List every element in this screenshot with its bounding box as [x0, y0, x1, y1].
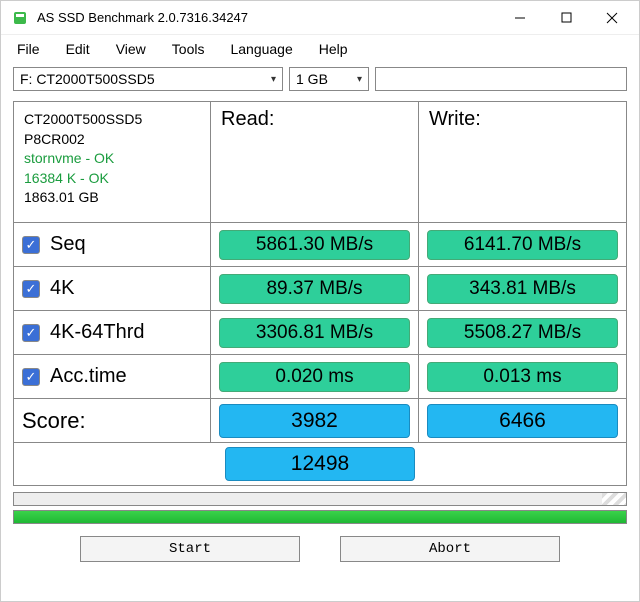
k4-read-cell: 89.37 MB/s [210, 266, 418, 310]
drive-select[interactable]: F: CT2000T500SSD5 ▾ [13, 67, 283, 91]
seq-write-cell: 6141.70 MB/s [418, 222, 626, 266]
close-button[interactable] [589, 3, 635, 33]
menu-view[interactable]: View [116, 41, 146, 57]
menu-help[interactable]: Help [319, 41, 348, 57]
extra-field[interactable] [375, 67, 627, 91]
score-label: Score: [22, 408, 86, 434]
row-4k-label: 4K [50, 277, 74, 300]
row-acc: ✓ Acc.time [14, 354, 210, 398]
k4-write-cell: 343.81 MB/s [418, 266, 626, 310]
k464-read: 3306.81 MB/s [219, 318, 410, 348]
abort-button[interactable]: Abort [340, 536, 560, 562]
header-read: Read: [210, 102, 418, 222]
row-4k64-label: 4K-64Thrd [50, 321, 145, 344]
info-align-status: 16384 K - OK [24, 169, 109, 189]
start-button[interactable]: Start [80, 536, 300, 562]
info-driver-status: stornvme - OK [24, 149, 114, 169]
row-total: 12498 [14, 442, 626, 485]
checkbox-4k[interactable]: ✓ [22, 280, 40, 298]
checkbox-seq[interactable]: ✓ [22, 236, 40, 254]
window-controls [497, 3, 635, 33]
acc-read: 0.020 ms [219, 362, 410, 392]
k464-write-cell: 5508.27 MB/s [418, 310, 626, 354]
drive-select-value: F: CT2000T500SSD5 [20, 71, 265, 87]
menu-language[interactable]: Language [230, 41, 292, 57]
titlebar: AS SSD Benchmark 2.0.7316.34247 [1, 1, 639, 35]
info-model: CT2000T500SSD5 [24, 110, 142, 130]
score-read: 3982 [219, 404, 410, 438]
acc-write-cell: 0.013 ms [418, 354, 626, 398]
checkbox-4k64[interactable]: ✓ [22, 324, 40, 342]
row-seq: ✓ Seq [14, 222, 210, 266]
row-4k: ✓ 4K [14, 266, 210, 310]
row-acc-label: Acc.time [50, 365, 127, 388]
acc-read-cell: 0.020 ms [210, 354, 418, 398]
seq-read-cell: 5861.30 MB/s [210, 222, 418, 266]
app-icon [11, 9, 29, 27]
seq-read: 5861.30 MB/s [219, 230, 410, 260]
k4-read: 89.37 MB/s [219, 274, 410, 304]
chevron-down-icon: ▾ [357, 74, 362, 85]
score-write: 6466 [427, 404, 618, 438]
chevron-down-icon: ▾ [271, 74, 276, 85]
size-select[interactable]: 1 GB ▾ [289, 67, 369, 91]
progress-bar-top [13, 492, 627, 506]
acc-write: 0.013 ms [427, 362, 618, 392]
toolbar: F: CT2000T500SSD5 ▾ 1 GB ▾ [1, 63, 639, 95]
k4-write: 343.81 MB/s [427, 274, 618, 304]
progress-area [13, 492, 627, 528]
header-write: Write: [418, 102, 626, 222]
checkbox-acc[interactable]: ✓ [22, 368, 40, 386]
menu-edit[interactable]: Edit [66, 41, 90, 57]
menu-tools[interactable]: Tools [172, 41, 205, 57]
results-grid: CT2000T500SSD5 P8CR002 stornvme - OK 163… [13, 101, 627, 486]
row-seq-label: Seq [50, 233, 86, 256]
score-total: 12498 [225, 447, 415, 481]
row-score: Score: [14, 398, 210, 442]
seq-write: 6141.70 MB/s [427, 230, 618, 260]
info-capacity: 1863.01 GB [24, 188, 99, 208]
maximize-button[interactable] [543, 3, 589, 33]
drive-info: CT2000T500SSD5 P8CR002 stornvme - OK 163… [14, 102, 210, 222]
button-row: Start Abort [13, 536, 627, 562]
info-firmware: P8CR002 [24, 130, 85, 150]
score-read-cell: 3982 [210, 398, 418, 442]
minimize-button[interactable] [497, 3, 543, 33]
progress-bar-bottom [13, 510, 627, 524]
k464-read-cell: 3306.81 MB/s [210, 310, 418, 354]
app-window: AS SSD Benchmark 2.0.7316.34247 File Edi… [0, 0, 640, 602]
progress-hatch [602, 493, 626, 505]
size-select-value: 1 GB [296, 71, 351, 87]
menubar: File Edit View Tools Language Help [1, 35, 639, 63]
row-4k64: ✓ 4K-64Thrd [14, 310, 210, 354]
menu-file[interactable]: File [17, 41, 40, 57]
window-title: AS SSD Benchmark 2.0.7316.34247 [37, 10, 497, 25]
k464-write: 5508.27 MB/s [427, 318, 618, 348]
score-write-cell: 6466 [418, 398, 626, 442]
